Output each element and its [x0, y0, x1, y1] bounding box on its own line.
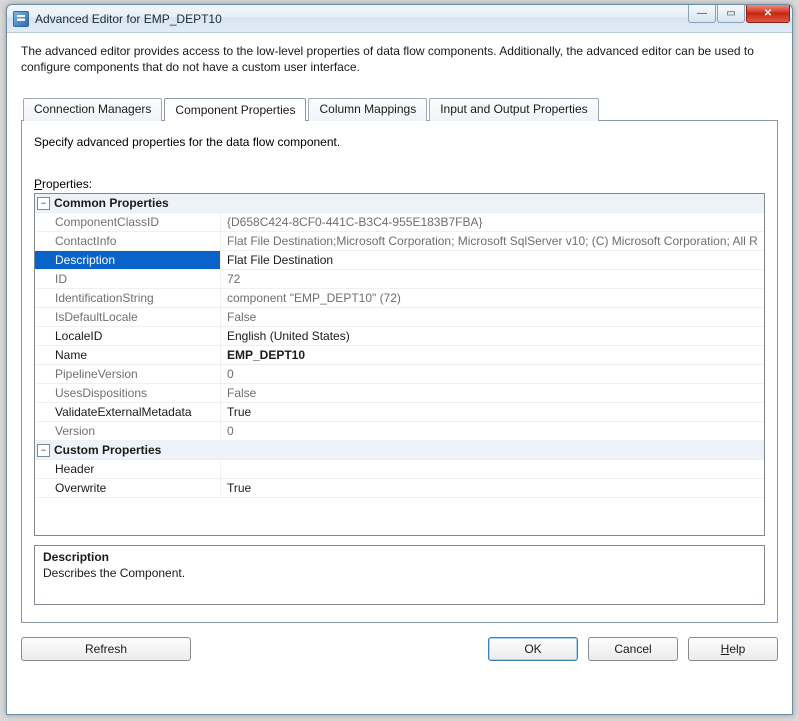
prop-name: LocaleID	[35, 327, 221, 345]
prop-value[interactable]	[221, 460, 764, 478]
property-grid[interactable]: − Common Properties ComponentClassID {D6…	[34, 193, 765, 536]
prop-row-componentclassid[interactable]: ComponentClassID {D658C424-8CF0-441C-B3C…	[35, 213, 764, 232]
prop-row-identificationstring[interactable]: IdentificationString component "EMP_DEPT…	[35, 289, 764, 308]
prop-row-header[interactable]: Header	[35, 460, 764, 479]
prop-value[interactable]: True	[221, 403, 764, 421]
prop-name: Name	[35, 346, 221, 364]
collapse-icon[interactable]: −	[37, 197, 50, 210]
prop-row-usesdispositions[interactable]: UsesDispositions False	[35, 384, 764, 403]
category-label: Custom Properties	[54, 443, 161, 457]
maximize-button[interactable]: ▭	[717, 5, 745, 23]
description-panel: Description Describes the Component.	[34, 545, 765, 605]
prop-value: False	[221, 308, 764, 326]
page-subhead: Specify advanced properties for the data…	[34, 135, 765, 149]
prop-value[interactable]: Flat File Destination	[221, 251, 764, 269]
app-icon	[13, 11, 29, 27]
prop-value: Flat File Destination;Microsoft Corporat…	[221, 232, 764, 250]
prop-row-localeid[interactable]: LocaleID English (United States)	[35, 327, 764, 346]
prop-name: IdentificationString	[35, 289, 221, 307]
prop-value[interactable]: True	[221, 479, 764, 497]
prop-name: ValidateExternalMetadata	[35, 403, 221, 421]
prop-name: Description	[35, 251, 221, 269]
prop-row-description[interactable]: Description Flat File Destination	[35, 251, 764, 270]
prop-name: Overwrite	[35, 479, 221, 497]
tab-page: Specify advanced properties for the data…	[21, 120, 778, 623]
dialog-window: Advanced Editor for EMP_DEPT10 — ▭ ✕ The…	[6, 4, 793, 715]
ok-button[interactable]: OK	[488, 637, 578, 661]
prop-name: ID	[35, 270, 221, 288]
cancel-button[interactable]: Cancel	[588, 637, 678, 661]
properties-label: Properties:	[34, 177, 765, 191]
tab-column-mappings[interactable]: Column Mappings	[308, 98, 427, 121]
prop-value: {D658C424-8CF0-441C-B3C4-955E183B7FBA}	[221, 213, 764, 231]
prop-value: False	[221, 384, 764, 402]
prop-name: Version	[35, 422, 221, 440]
prop-value: 72	[221, 270, 764, 288]
tab-input-output-properties[interactable]: Input and Output Properties	[429, 98, 598, 121]
prop-row-isdefaultlocale[interactable]: IsDefaultLocale False	[35, 308, 764, 327]
prop-name: UsesDispositions	[35, 384, 221, 402]
minimize-button[interactable]: —	[688, 5, 716, 23]
prop-row-pipelineversion[interactable]: PipelineVersion 0	[35, 365, 764, 384]
prop-value: 0	[221, 365, 764, 383]
tab-component-properties[interactable]: Component Properties	[164, 98, 306, 121]
footer: Refresh OK Cancel Help	[21, 637, 778, 661]
prop-row-validateexternalmetadata[interactable]: ValidateExternalMetadata True	[35, 403, 764, 422]
prop-value[interactable]: English (United States)	[221, 327, 764, 345]
refresh-button[interactable]: Refresh	[21, 637, 191, 661]
prop-value[interactable]: EMP_DEPT10	[221, 346, 764, 364]
prop-value: 0	[221, 422, 764, 440]
prop-value: component "EMP_DEPT10" (72)	[221, 289, 764, 307]
prop-row-id[interactable]: ID 72	[35, 270, 764, 289]
client-area: The advanced editor provides access to t…	[7, 33, 792, 714]
prop-row-overwrite[interactable]: Overwrite True	[35, 479, 764, 498]
window-buttons: — ▭ ✕	[687, 5, 790, 32]
category-label: Common Properties	[54, 196, 169, 210]
intro-text: The advanced editor provides access to t…	[21, 43, 778, 75]
prop-name: IsDefaultLocale	[35, 308, 221, 326]
titlebar[interactable]: Advanced Editor for EMP_DEPT10 — ▭ ✕	[7, 5, 792, 33]
category-custom[interactable]: − Custom Properties	[35, 441, 764, 460]
prop-name: ContactInfo	[35, 232, 221, 250]
collapse-icon[interactable]: −	[37, 444, 50, 457]
description-title: Description	[43, 550, 756, 564]
prop-row-name[interactable]: Name EMP_DEPT10	[35, 346, 764, 365]
tab-connection-managers[interactable]: Connection Managers	[23, 98, 162, 121]
prop-row-contactinfo[interactable]: ContactInfo Flat File Destination;Micros…	[35, 232, 764, 251]
help-button[interactable]: Help	[688, 637, 778, 661]
prop-name: Header	[35, 460, 221, 478]
close-button[interactable]: ✕	[746, 5, 790, 23]
prop-name: ComponentClassID	[35, 213, 221, 231]
tabstrip: Connection Managers Component Properties…	[23, 98, 778, 121]
prop-row-version[interactable]: Version 0	[35, 422, 764, 441]
prop-name: PipelineVersion	[35, 365, 221, 383]
description-body: Describes the Component.	[43, 566, 756, 580]
window-title: Advanced Editor for EMP_DEPT10	[35, 12, 222, 26]
category-common[interactable]: − Common Properties	[35, 194, 764, 213]
